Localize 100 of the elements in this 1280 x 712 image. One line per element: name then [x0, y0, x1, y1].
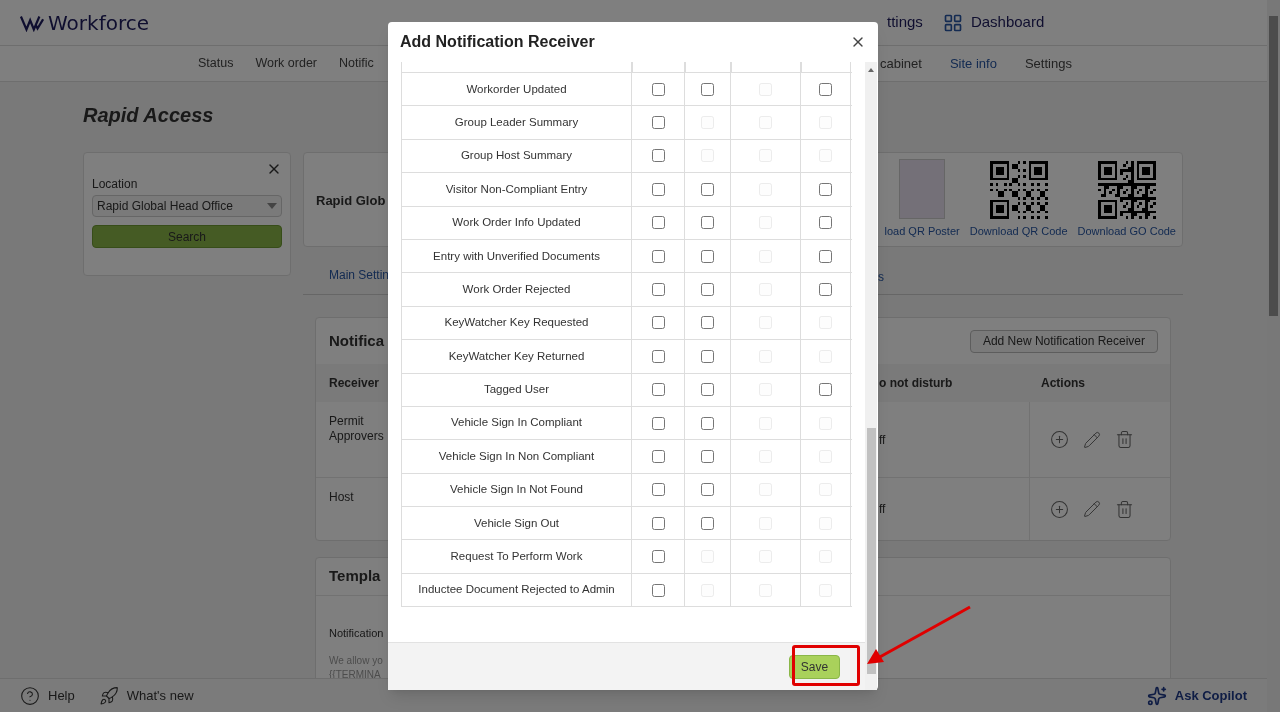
- site-name: Rapid Glob: [316, 192, 386, 208]
- logo-icon: [20, 13, 44, 32]
- qr-code-icon: [989, 161, 1048, 220]
- checkbox[interactable]: [651, 316, 665, 330]
- notification-type-cell-text: Inductee Document Rejected to Admin: [418, 582, 615, 598]
- checkbox[interactable]: [651, 249, 665, 263]
- notification-type-cell-text: Vehicle Sign Out: [474, 515, 559, 531]
- delete-icon[interactable]: [1115, 499, 1134, 519]
- checkbox[interactable]: [701, 182, 714, 196]
- download-link[interactable]: Download GO Code: [1077, 223, 1176, 240]
- column-header: o not disturb: [879, 376, 953, 390]
- sparkle-icon: [1146, 685, 1167, 706]
- notification-type-cell-text: Tagged User: [483, 382, 550, 398]
- whats-new-link[interactable]: What's new: [98, 685, 194, 706]
- scroll-up-icon[interactable]: [868, 68, 874, 72]
- checkbox[interactable]: [819, 216, 832, 230]
- checkbox[interactable]: [651, 383, 665, 397]
- notification-type-cell-text: KeyWatcher Key Returned: [448, 348, 585, 364]
- notification-type-cell-text: Group Leader Summary: [454, 114, 579, 130]
- sub-nav-link[interactable]: cabinet: [880, 53, 922, 74]
- edit-icon[interactable]: [1083, 500, 1101, 518]
- qr-code-icon: [1097, 161, 1156, 220]
- checkbox[interactable]: [819, 283, 832, 297]
- dnd-cell-text: ff: [879, 501, 886, 518]
- dropdown-caret-icon: [267, 203, 277, 209]
- logo-text: Workforce: [48, 9, 149, 37]
- checkbox[interactable]: [701, 383, 714, 397]
- sub-nav-link[interactable]: Notific: [339, 54, 374, 73]
- add-icon[interactable]: [1050, 499, 1069, 519]
- field-label: Notification: [329, 627, 384, 639]
- add-icon[interactable]: [1050, 430, 1069, 449]
- checkbox[interactable]: [701, 450, 714, 463]
- location-label: Location: [92, 176, 139, 193]
- sub-nav-link[interactable]: Status: [198, 54, 234, 73]
- nav-link[interactable]: Dashboard: [942, 11, 1045, 34]
- checkbox[interactable]: [819, 82, 832, 96]
- card-title: Templa: [329, 566, 381, 587]
- column-header: Receiver: [329, 376, 380, 390]
- checkbox[interactable]: [651, 116, 665, 130]
- rocket-icon: [98, 685, 119, 706]
- checkbox[interactable]: [651, 349, 665, 363]
- notification-type-cell-text: Vehicle Sign In Not Found: [450, 482, 583, 498]
- modal-title: Add Notification Receiver: [400, 32, 595, 52]
- delete-icon[interactable]: [1115, 430, 1134, 449]
- checkbox[interactable]: [819, 182, 832, 196]
- nav-link[interactable]: ttings: [887, 11, 923, 34]
- checkbox[interactable]: [701, 216, 714, 230]
- location-select[interactable]: Rapid Global Head Office: [92, 195, 282, 217]
- checkbox[interactable]: [701, 249, 714, 263]
- help-link[interactable]: Help: [20, 685, 75, 706]
- highlight-box: [792, 645, 860, 686]
- checkbox[interactable]: [701, 283, 714, 297]
- add-receiver-button[interactable]: Add New Notification Receiver: [969, 329, 1158, 353]
- scroll-thumb[interactable]: [866, 428, 876, 674]
- checkbox[interactable]: [651, 216, 665, 230]
- notification-type-cell-text: Vehicle Sign In Compliant: [450, 415, 583, 431]
- help-icon: [20, 685, 40, 706]
- checkbox[interactable]: [701, 349, 714, 363]
- notification-type-cell-text: Work Order Rejected: [462, 281, 571, 297]
- sub-nav-link[interactable]: Settings: [1024, 53, 1072, 74]
- checkbox[interactable]: [651, 483, 665, 497]
- copilot-link[interactable]: Ask Copilot: [1146, 685, 1247, 706]
- checkbox[interactable]: [651, 416, 665, 430]
- download-link[interactable]: Download QR Code: [969, 223, 1068, 240]
- notification-type-cell-text: Work Order Info Updated: [452, 215, 581, 231]
- settings-tab[interactable]: Main Settin: [329, 268, 390, 282]
- dnd-cell-text: ff: [879, 431, 886, 449]
- page-title: Rapid Access: [83, 103, 214, 128]
- sub-nav-link[interactable]: Work order: [255, 54, 318, 73]
- notification-type-cell-text: Group Host Summary: [460, 148, 573, 164]
- checkbox[interactable]: [651, 450, 665, 463]
- checkbox[interactable]: [701, 516, 714, 530]
- checkbox[interactable]: [701, 82, 714, 96]
- checkbox[interactable]: [701, 316, 714, 330]
- checkbox[interactable]: [651, 583, 665, 597]
- checkbox[interactable]: [651, 82, 665, 96]
- search-button[interactable]: Search: [92, 225, 282, 248]
- poster-thumbnail: [899, 159, 946, 220]
- notification-type-cell-text: Vehicle Sign In Non Compliant: [438, 448, 595, 464]
- card-title: Notifica: [329, 332, 384, 349]
- notification-type-cell-text: KeyWatcher Key Requested: [444, 315, 589, 331]
- tab-fragment[interactable]: s: [878, 268, 884, 286]
- checkbox[interactable]: [651, 149, 665, 163]
- receiver-cell-text: Host: [329, 490, 355, 505]
- receiver-cell: Permit Approvers: [329, 414, 385, 444]
- checkbox[interactable]: [701, 416, 714, 430]
- checkbox[interactable]: [651, 283, 665, 297]
- checkbox[interactable]: [651, 550, 665, 564]
- download-link[interactable]: load QR Poster: [884, 223, 960, 240]
- edit-icon[interactable]: [1083, 430, 1101, 449]
- sub-nav-link[interactable]: Site info: [949, 53, 997, 74]
- save-button[interactable]: Save: [789, 654, 840, 679]
- checkbox[interactable]: [651, 182, 665, 196]
- checkbox[interactable]: [701, 483, 714, 497]
- notification-type-cell-text: Request To Perform Work: [450, 549, 583, 565]
- notification-type-cell-text: Workorder Updated: [466, 81, 567, 97]
- checkbox[interactable]: [819, 249, 832, 263]
- checkbox[interactable]: [651, 516, 665, 530]
- checkbox[interactable]: [819, 383, 832, 397]
- grid-icon: [942, 12, 963, 33]
